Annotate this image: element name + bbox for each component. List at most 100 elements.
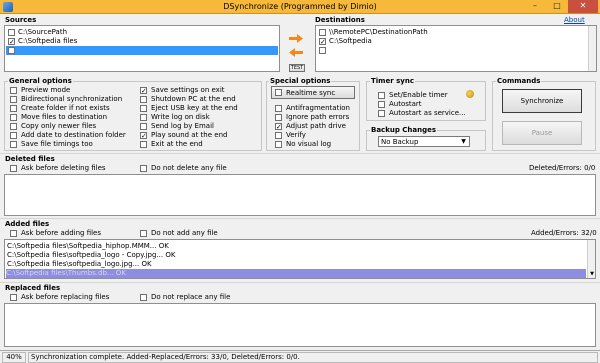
backup-select-value: No Backup: [381, 138, 419, 146]
checkbox[interactable]: [140, 105, 147, 112]
copy-right-arrow-icon[interactable]: [289, 34, 303, 43]
minimize-button[interactable]: –: [524, 0, 546, 13]
added-files-log[interactable]: C:\Softpedia files\Softpedia_hiphop.MMM.…: [4, 239, 596, 279]
option-label: Ask before deleting files: [21, 164, 106, 172]
checkbox[interactable]: [275, 141, 282, 148]
checkbox[interactable]: [378, 110, 385, 117]
checkbox[interactable]: [140, 165, 147, 172]
synchronize-button[interactable]: Synchronize: [502, 89, 582, 113]
destinations-list[interactable]: \\RemotePC\DestinationPath C:\Softpedia: [315, 25, 597, 72]
general-options-label: General options: [8, 77, 73, 85]
deleted-files-log[interactable]: [4, 174, 596, 216]
option-label: Ignore path errors: [286, 113, 350, 121]
checkbox[interactable]: [140, 114, 147, 121]
checkbox[interactable]: [10, 105, 17, 112]
option-label: Antifragmentation: [286, 104, 350, 112]
destination-item[interactable]: C:\Softpedia: [318, 37, 583, 46]
option-label: Play sound at the end: [151, 131, 228, 139]
option-label: Write log on disk: [151, 113, 210, 121]
log-entry: C:\Softpedia files\softpedia_logo - Copy…: [7, 251, 176, 259]
checkbox[interactable]: [10, 294, 17, 301]
backup-changes-label: Backup Changes: [370, 126, 438, 134]
source-item-selected[interactable]: [6, 46, 278, 55]
sources-list[interactable]: C:\SourcePath C:\Softpedia files: [4, 25, 280, 72]
checkbox[interactable]: [10, 87, 17, 94]
maximize-button[interactable]: □: [546, 0, 568, 13]
destination-item[interactable]: \\RemotePC\DestinationPath: [318, 28, 583, 37]
section-divider: [0, 282, 600, 283]
option-label: Shutdown PC at the end: [151, 95, 236, 103]
deleted-errors-count: Deleted/Errors: 0/0: [529, 164, 596, 172]
pause-button[interactable]: Pause: [502, 121, 582, 145]
option-label: Save file timings too: [21, 140, 93, 148]
option-label: Autostart: [389, 100, 422, 108]
source-item-text: C:\Softpedia files: [18, 37, 78, 45]
checkbox[interactable]: [140, 230, 147, 237]
checkbox[interactable]: [275, 132, 282, 139]
realtime-sync-label: Realtime sync: [286, 89, 336, 97]
checkbox[interactable]: [10, 132, 17, 139]
destination-item[interactable]: [318, 46, 583, 55]
copy-left-arrow-icon[interactable]: [289, 48, 303, 57]
log-entry: C:\Softpedia files\softpedia_logo.jpg...…: [7, 260, 152, 268]
added-errors-count: Added/Errors: 32/0: [531, 229, 597, 237]
option-label: Set/Enable timer: [389, 91, 448, 99]
source-item-checkbox[interactable]: [8, 29, 15, 36]
checkbox[interactable]: [275, 123, 282, 130]
checkbox[interactable]: [10, 114, 17, 121]
option-label: Autostart as service...: [389, 109, 466, 117]
window-title: DSynchronize (Programmed by Dimio): [223, 2, 377, 11]
checkbox[interactable]: [10, 96, 17, 103]
close-button[interactable]: ✕: [568, 0, 598, 13]
realtime-sync-checkbox[interactable]: [275, 89, 282, 96]
destination-item-text: C:\Softpedia: [329, 37, 372, 45]
option-label: Adjust path drive: [286, 122, 346, 130]
realtime-sync-toggle[interactable]: Realtime sync: [271, 86, 355, 99]
special-options-label: Special options: [269, 77, 332, 85]
source-item-checkbox[interactable]: [8, 38, 15, 45]
timer-sync-label: Timer sync: [370, 77, 415, 85]
deleted-files-label: Deleted files: [5, 155, 55, 163]
option-label: Ask before adding files: [21, 229, 102, 237]
source-item[interactable]: C:\SourcePath: [7, 28, 277, 37]
destination-item-checkbox[interactable]: [319, 38, 326, 45]
checkbox[interactable]: [10, 230, 17, 237]
status-bar: 40% Synchronization complete. Added-Repl…: [0, 350, 600, 363]
checkbox[interactable]: [140, 141, 147, 148]
option-label: Move files to destination: [21, 113, 108, 121]
log-entry: C:\Softpedia files\Softpedia_hiphop.MMM.…: [7, 242, 169, 250]
checkbox[interactable]: [378, 92, 385, 99]
chevron-down-icon[interactable]: ▼: [459, 138, 468, 145]
option-label: Do not delete any file: [151, 164, 227, 172]
checkbox[interactable]: [275, 114, 282, 121]
option-label: Ask before replacing files: [21, 293, 110, 301]
status-message: Synchronization complete. Added-Replaced…: [28, 352, 598, 363]
destination-item-checkbox[interactable]: [319, 29, 326, 36]
replaced-files-log[interactable]: [4, 303, 596, 347]
checkbox[interactable]: [140, 132, 147, 139]
backup-select[interactable]: No Backup ▼: [378, 136, 470, 147]
checkbox[interactable]: [10, 141, 17, 148]
destinations-scrollbar[interactable]: [588, 26, 596, 71]
timer-settings-icon[interactable]: [466, 90, 474, 98]
about-link[interactable]: About: [564, 16, 585, 24]
app-window: DSynchronize (Programmed by Dimio) – □ ✕…: [0, 0, 600, 363]
test-button[interactable]: TEST: [289, 64, 305, 72]
destination-item-checkbox[interactable]: [319, 47, 326, 54]
checkbox[interactable]: [10, 165, 17, 172]
source-item-checkbox[interactable]: [8, 47, 15, 54]
checkbox[interactable]: [140, 294, 147, 301]
checkbox[interactable]: [10, 123, 17, 130]
checkbox[interactable]: [140, 123, 147, 130]
destination-item-text: \\RemotePC\DestinationPath: [329, 28, 428, 36]
scroll-down-icon[interactable]: ▼: [588, 270, 596, 278]
option-label: Eject USB key at the end: [151, 104, 238, 112]
checkbox[interactable]: [275, 105, 282, 112]
checkbox[interactable]: [140, 87, 147, 94]
added-log-scrollbar[interactable]: ▼: [587, 240, 595, 278]
checkbox[interactable]: [378, 101, 385, 108]
checkbox[interactable]: [140, 96, 147, 103]
source-item-text: C:\SourcePath: [18, 28, 68, 36]
progress-percent: 40%: [2, 352, 26, 363]
source-item[interactable]: C:\Softpedia files: [7, 37, 277, 46]
